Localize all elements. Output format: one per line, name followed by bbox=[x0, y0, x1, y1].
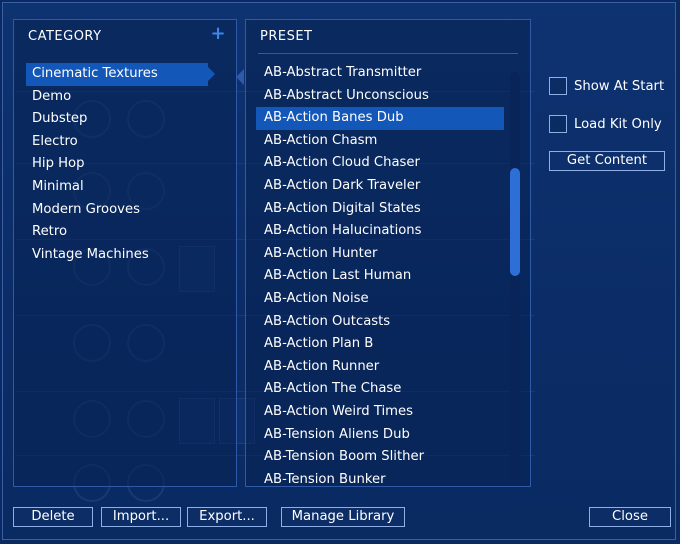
manage-library-button[interactable]: Manage Library bbox=[281, 507, 405, 527]
preset-item[interactable]: AB-Action Digital States bbox=[256, 198, 504, 221]
preset-item[interactable]: AB-Action Hunter bbox=[256, 243, 504, 266]
category-item[interactable]: Hip Hop bbox=[26, 153, 206, 176]
category-item[interactable]: Demo bbox=[26, 86, 206, 109]
preset-item[interactable]: AB-Action Runner bbox=[256, 356, 504, 379]
category-item[interactable]: Cinematic Textures bbox=[26, 63, 215, 86]
category-list: Cinematic Textures Demo Dubstep Electro Hip … bbox=[26, 63, 215, 267]
preset-item[interactable]: AB-Action Halucinations bbox=[256, 220, 504, 243]
preset-header-divider bbox=[258, 53, 518, 54]
category-item[interactable]: Dubstep bbox=[26, 108, 206, 131]
preset-scroll-thumb[interactable] bbox=[510, 168, 520, 276]
load-kit-only-label: Load Kit Only bbox=[574, 116, 662, 132]
content-browser-window: CATEGORY + Cinematic Textures Demo Dubstep… bbox=[2, 2, 676, 540]
export-button[interactable]: Export... bbox=[187, 507, 267, 527]
category-header: CATEGORY bbox=[28, 29, 102, 44]
load-kit-only-option[interactable]: Load Kit Only bbox=[549, 115, 662, 133]
preset-item[interactable]: AB-Tension Aliens Dub bbox=[256, 424, 504, 447]
preset-item[interactable]: AB-Action Chasm bbox=[256, 130, 504, 153]
category-item[interactable]: Vintage Machines bbox=[26, 244, 206, 267]
preset-item[interactable]: AB-Action The Chase bbox=[256, 378, 504, 401]
category-item[interactable]: Electro bbox=[26, 131, 206, 154]
category-item[interactable]: Modern Grooves bbox=[26, 199, 206, 222]
preset-scrollbar[interactable] bbox=[510, 72, 520, 480]
preset-item[interactable]: AB-Action Last Human bbox=[256, 265, 504, 288]
preset-item[interactable]: AB-Abstract Unconscious bbox=[256, 85, 504, 108]
preset-item[interactable]: AB-Action Banes Dub bbox=[256, 107, 504, 130]
delete-button[interactable]: Delete bbox=[13, 507, 93, 527]
preset-item[interactable]: AB-Tension Bunker bbox=[256, 469, 504, 492]
show-at-start-option[interactable]: Show At Start bbox=[549, 77, 664, 95]
show-at-start-label: Show At Start bbox=[574, 78, 665, 94]
preset-header: PRESET bbox=[260, 29, 313, 44]
preset-item[interactable]: AB-Action Dark Traveler bbox=[256, 175, 504, 198]
category-panel: CATEGORY + Cinematic Textures Demo Dubstep… bbox=[13, 19, 237, 487]
import-button[interactable]: Import... bbox=[101, 507, 181, 527]
category-item[interactable]: Minimal bbox=[26, 176, 206, 199]
get-content-button[interactable]: Get Content bbox=[549, 151, 665, 171]
preset-item[interactable]: AB-Tension Boom Slither bbox=[256, 446, 504, 469]
category-item[interactable]: Retro bbox=[26, 221, 206, 244]
preset-item[interactable]: AB-Action Weird Times bbox=[256, 401, 504, 424]
preset-item[interactable]: AB-Action Outcasts bbox=[256, 311, 504, 334]
preset-panel: PRESET AB-Abstract Transmitter AB-Abstrac… bbox=[245, 19, 531, 487]
preset-item[interactable]: AB-Action Plan B bbox=[256, 333, 504, 356]
preset-item[interactable]: AB-Action Noise bbox=[256, 288, 504, 311]
plus-icon[interactable]: + bbox=[210, 25, 226, 43]
close-button[interactable]: Close bbox=[589, 507, 671, 527]
show-at-start-checkbox[interactable] bbox=[549, 77, 567, 95]
selection-pointer bbox=[236, 69, 244, 85]
preset-item[interactable]: AB-Action Cloud Chaser bbox=[256, 152, 504, 175]
preset-list: AB-Abstract Transmitter AB-Abstract Uncon… bbox=[256, 62, 504, 491]
load-kit-only-checkbox[interactable] bbox=[549, 115, 567, 133]
preset-item[interactable]: AB-Abstract Transmitter bbox=[256, 62, 504, 85]
